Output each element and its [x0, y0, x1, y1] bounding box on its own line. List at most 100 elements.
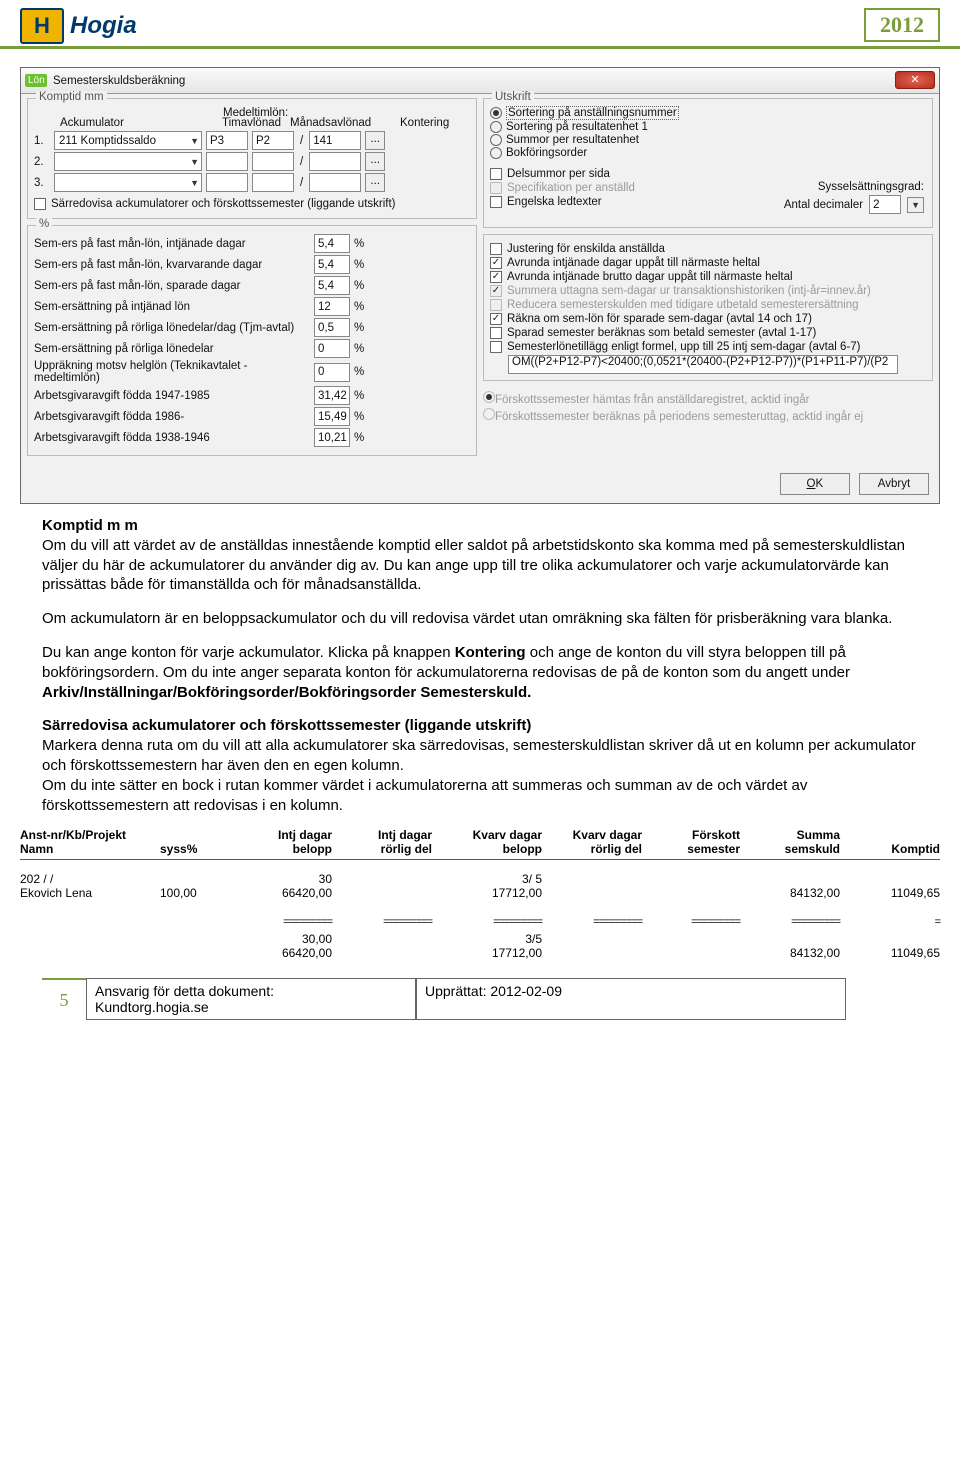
chk-label: Justering för enskilda anställda [507, 243, 665, 255]
chk-label: Specifikation per anställd [507, 182, 635, 194]
label-medeltimlon: Medeltimlön: [223, 107, 288, 119]
col-header: Summa [750, 828, 840, 842]
article-body: Komptid m m Om du vill att värdet av de … [42, 516, 918, 815]
group-forskott: Förskottssemester hämtas från anställdar… [483, 391, 933, 423]
checkbox-rakna-om[interactable] [490, 313, 502, 325]
kontering-input-2[interactable] [309, 152, 361, 171]
radio-label: Förskottssemester hämtas från anställdar… [495, 394, 809, 406]
separator: ========= [750, 916, 850, 928]
pct-input-0[interactable]: 5,4 [314, 234, 350, 253]
radio-label: Sortering på anställningsnummer [506, 106, 679, 120]
pct-input-3[interactable]: 12 [314, 297, 350, 316]
pct-input-8[interactable]: 15,49 [314, 407, 350, 426]
kontering-browse-button-1[interactable]: ... [365, 131, 385, 150]
pct-input-9[interactable]: 10,21 [314, 428, 350, 447]
man-input-3[interactable] [252, 173, 294, 192]
pct-input-7[interactable]: 31,42 [314, 386, 350, 405]
chk-label: Avrunda intjänade brutto dagar uppåt til… [507, 271, 793, 283]
paragraph: Markera denna ruta om du vill att alla a… [42, 736, 918, 776]
chk-label: Reducera semesterskulden med tidigare ut… [507, 299, 859, 311]
footer-responsible: Ansvarig för detta dokument: Kundtorg.ho… [86, 978, 416, 1020]
ackumulator-select-3[interactable]: ▼ [54, 173, 202, 192]
close-button[interactable]: ✕ [895, 71, 935, 89]
col-header: rörlig del [560, 842, 642, 856]
year-box: 2012 [864, 8, 940, 42]
col-header: belopp [240, 842, 332, 856]
chevron-down-icon: ▼ [190, 136, 199, 146]
chk-label: Sparad semester beräknas som betald seme… [507, 327, 816, 339]
cell: 11049,65 [850, 946, 940, 960]
radio-bokforing[interactable] [490, 147, 502, 159]
col-header: Anst-nr/Kb/Projekt [20, 828, 160, 842]
pct-label: Arbetsgivaravgift födda 1938-1946 [34, 432, 314, 444]
paragraph: Om du vill att värdet av de anställdas i… [42, 536, 918, 595]
cancel-button[interactable]: Avbryt [859, 473, 929, 495]
checkbox-delsummor[interactable] [490, 168, 502, 180]
separator: = [850, 916, 940, 928]
decimaler-input[interactable]: 2 [869, 195, 901, 214]
kontering-browse-button-3[interactable]: ... [365, 173, 385, 192]
paragraph: Om ackumulatorn är en beloppsackumulator… [42, 609, 918, 629]
checkbox-avrunda-brutto[interactable] [490, 271, 502, 283]
row-number: 1. [34, 135, 50, 147]
radio-summor[interactable] [490, 134, 502, 146]
separator: ========= [350, 916, 450, 928]
pct-input-4[interactable]: 0,5 [314, 318, 350, 337]
checkbox-spec [490, 182, 502, 194]
col-header: belopp [450, 842, 542, 856]
checkbox-sarredovisa[interactable] [34, 198, 46, 210]
row-number: 2. [34, 156, 50, 168]
cell: 84132,00 [750, 946, 840, 960]
separator: ========= [560, 916, 660, 928]
pct-input-1[interactable]: 5,4 [314, 255, 350, 274]
chevron-down-icon: ▼ [190, 157, 199, 167]
cell: 66420,00 [240, 886, 332, 900]
table-row: 202 / /Ekovich Lena 100,00 3066420,00 3/… [20, 870, 940, 902]
checkbox-semlonetillagg[interactable] [490, 341, 502, 353]
logo-badge-icon: H [20, 8, 64, 44]
cell: 100,00 [160, 886, 240, 900]
formula-input[interactable]: OM((P2+P12-P7)<20400;(0,0521*(20400-(P2+… [508, 355, 898, 374]
cell: 17712,00 [450, 886, 542, 900]
ackumulator-select-2[interactable]: ▼ [54, 152, 202, 171]
cell: 11049,65 [850, 886, 940, 900]
tim-input-3[interactable] [206, 173, 248, 192]
ok-button[interactable]: OOKK [780, 473, 850, 495]
ackumulator-select-1[interactable]: 211 Komptidssaldo▼ [54, 131, 202, 150]
chevron-down-icon[interactable]: ▼ [907, 197, 924, 213]
cell: 30,00 [240, 932, 332, 946]
pct-label: Arbetsgivaravgift födda 1986- [34, 411, 314, 423]
man-input-2[interactable] [252, 152, 294, 171]
pct-input-5[interactable]: 0 [314, 339, 350, 358]
radio-label: Förskottssemester beräknas på periodens … [495, 411, 863, 423]
radio-forskott-1 [483, 391, 495, 403]
checkbox-reducera [490, 299, 502, 311]
separator: ========= [240, 916, 350, 928]
col-header: semskuld [750, 842, 840, 856]
col-header: Förskott [660, 828, 740, 842]
checkbox-sparad[interactable] [490, 327, 502, 339]
row-number: 3. [34, 177, 50, 189]
tim-input-2[interactable] [206, 152, 248, 171]
chk-label: Delsummor per sida [507, 168, 610, 180]
pct-input-2[interactable]: 5,4 [314, 276, 350, 295]
man-input-1[interactable]: P2 [252, 131, 294, 150]
page-footer: 5 Ansvarig för detta dokument: Kundtorg.… [42, 978, 918, 1020]
checkbox-avrunda-intj[interactable] [490, 257, 502, 269]
kontering-input-3[interactable] [309, 173, 361, 192]
col-header: Intj dagar [240, 828, 332, 842]
group-percent: % Sem-ers på fast mån-lön, intjänade dag… [27, 225, 477, 456]
label-manadsavlonad: Månadsavlönad [290, 117, 400, 129]
kontering-browse-button-2[interactable]: ... [365, 152, 385, 171]
checkbox-justering[interactable] [490, 243, 502, 255]
col-header: Intj dagar [350, 828, 432, 842]
logo-text: Hogia [70, 12, 137, 40]
kontering-input-1[interactable]: 141 [309, 131, 361, 150]
tim-input-1[interactable]: P3 [206, 131, 248, 150]
radio-sort-anst[interactable] [490, 107, 502, 119]
label-kontering: Kontering [400, 117, 449, 129]
checkbox-engelska[interactable] [490, 196, 502, 208]
radio-sort-resultat1[interactable] [490, 121, 502, 133]
cell: 202 / / [20, 872, 160, 886]
pct-input-6[interactable]: 0 [314, 363, 350, 382]
